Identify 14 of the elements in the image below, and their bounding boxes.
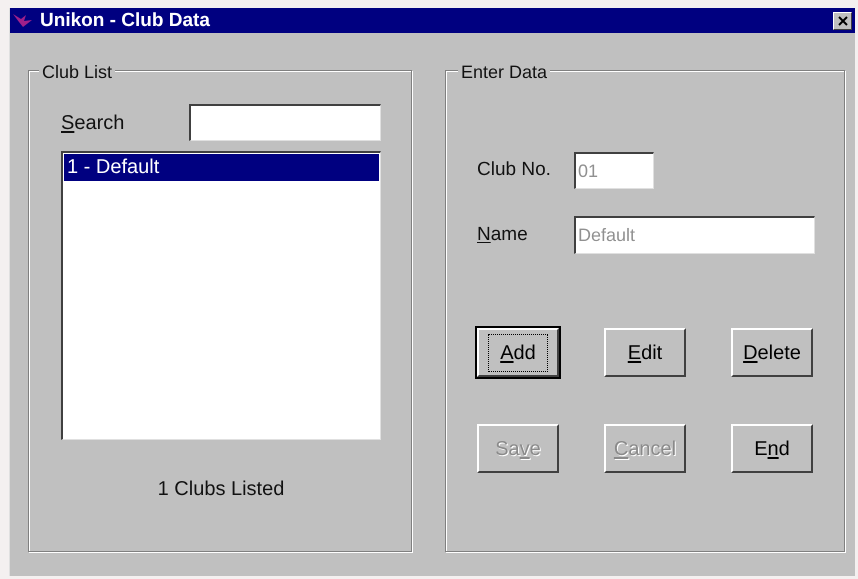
field-label: Name [477,222,529,247]
clubs-count: 1 Clubs Listed [156,477,286,502]
close-button[interactable] [833,12,852,30]
bird-icon [12,12,34,30]
field-label: Club No. [477,158,552,182]
search-field[interactable] [189,104,381,141]
list-item[interactable]: 1 - Default [64,154,379,181]
action-button[interactable]: Edit [604,328,686,377]
close-icon [838,16,848,26]
action-button[interactable]: Add [477,328,559,377]
window-title: Unikon - Club Data [40,11,210,30]
search-label: Search [61,110,126,136]
action-button[interactable]: End [731,424,813,473]
action-button[interactable]: Delete [731,328,813,377]
